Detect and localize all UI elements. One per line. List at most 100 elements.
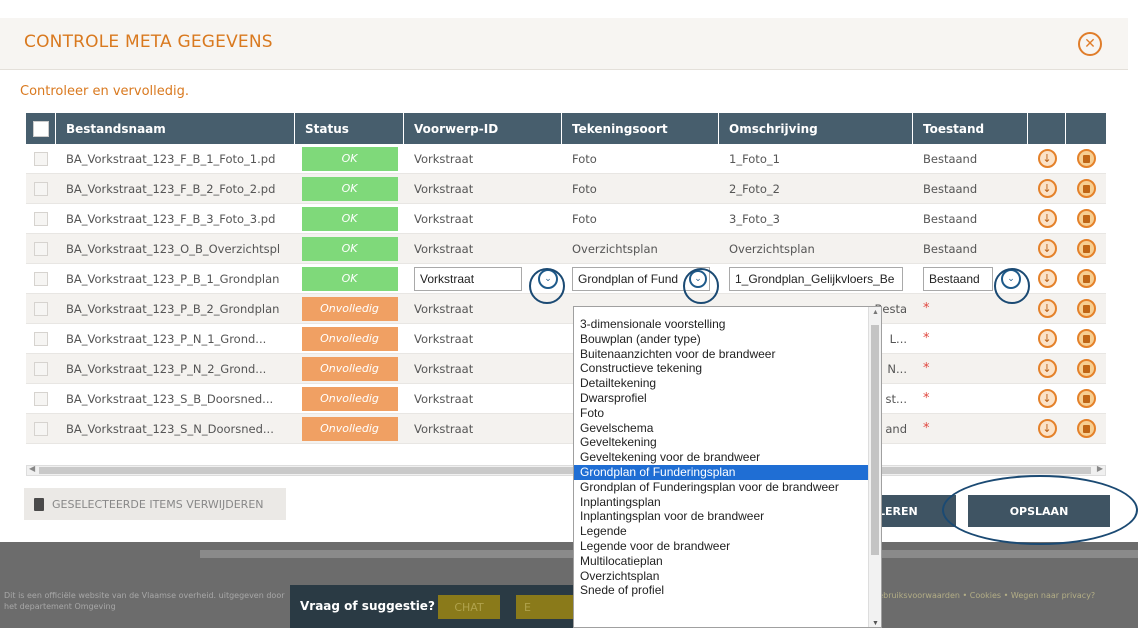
dropdown-option[interactable]: Inplantingsplan: [574, 495, 868, 510]
header-bestandsnaam[interactable]: Bestandsnaam: [56, 113, 295, 144]
omschrijving: 1_Foto_1: [729, 151, 780, 166]
chevron-down-icon[interactable]: ⌄: [689, 269, 707, 288]
close-icon[interactable]: ✕: [1078, 32, 1102, 56]
tekeningsoort: Foto: [572, 211, 597, 226]
trash-icon[interactable]: [1076, 389, 1096, 408]
scroll-up-arrow-icon[interactable]: ▲: [872, 309, 879, 316]
toestand-cell: Bestaand ⌄: [913, 264, 1028, 293]
dropdown-option[interactable]: Dwarsprofiel: [574, 391, 868, 406]
download-icon[interactable]: ↓: [1037, 419, 1057, 438]
tekeningsoort-value: Grondplan of Fund: [578, 271, 679, 286]
dropdown-option[interactable]: Constructieve tekening: [574, 361, 868, 376]
header-voorwerp-id[interactable]: Voorwerp-ID: [404, 113, 562, 144]
dropdown-option[interactable]: Snede of profiel: [574, 583, 868, 598]
trash-icon[interactable]: [1076, 329, 1096, 348]
tekeningsoort: Foto: [572, 151, 597, 166]
table-row[interactable]: BA_Vorkstraat_123_P_B_2_Grondplan Onvolle…: [26, 294, 1106, 324]
table-row[interactable]: BA_Vorkstraat_123_S_N_Doorsned... Onvolle…: [26, 414, 1106, 444]
trash-icon[interactable]: [1076, 269, 1096, 288]
toestand: *: [913, 354, 1028, 383]
dropdown-option[interactable]: Geveltekening: [574, 435, 868, 450]
trash-icon[interactable]: [1076, 419, 1096, 438]
scroll-left-arrow-icon[interactable]: ◀: [29, 464, 35, 473]
table-row[interactable]: BA_Vorkstraat_123_F_B_2_Foto_2.pd OK Vorks…: [26, 174, 1106, 204]
status-cell: Onvolledig: [295, 294, 404, 323]
trash-icon[interactable]: [1076, 179, 1096, 198]
dropdown-option[interactable]: Legende voor de brandweer: [574, 539, 868, 554]
download-icon[interactable]: ↓: [1037, 239, 1057, 258]
table-row[interactable]: BA_Vorkstraat_123_P_B_1_Grondplan OK Vorks…: [26, 264, 1106, 294]
file-name: BA_Vorkstraat_123_P_B_2_Grondplan: [66, 301, 280, 316]
dropdown-option[interactable]: Detailtekening: [574, 376, 868, 391]
toestand-value: Bestaand: [923, 241, 978, 256]
dropdown-option[interactable]: Geveltekening voor de brandweer: [574, 450, 868, 465]
dropdown-option[interactable]: Grondplan of Funderingsplan voor de bran…: [574, 480, 868, 495]
row-checkbox[interactable]: [26, 324, 56, 353]
row-checkbox[interactable]: [26, 354, 56, 383]
table-row[interactable]: BA_Vorkstraat_123_P_N_2_Grond... Onvolled…: [26, 354, 1106, 384]
dropdown-scroll-thumb[interactable]: [871, 325, 879, 555]
table-row[interactable]: BA_Vorkstraat_123_P_N_1_Grond... Onvolled…: [26, 324, 1106, 354]
download-icon[interactable]: ↓: [1037, 149, 1057, 168]
row-checkbox[interactable]: [26, 264, 56, 293]
header-toestand[interactable]: Toestand: [913, 113, 1028, 144]
chevron-down-icon[interactable]: ⌄: [1001, 268, 1021, 289]
dropdown-option[interactable]: Gevelschema: [574, 421, 868, 436]
trash-icon[interactable]: [1076, 239, 1096, 258]
dropdown-option[interactable]: Overzichtsplan: [574, 569, 868, 584]
download-icon[interactable]: ↓: [1037, 269, 1057, 288]
row-checkbox[interactable]: [26, 204, 56, 233]
voorwerp-id-select[interactable]: Vorkstraat: [414, 266, 522, 291]
trash-icon[interactable]: [1076, 359, 1096, 378]
table-row[interactable]: BA_Vorkstraat_123_F_B_1_Foto_1.pd OK Vorks…: [26, 144, 1106, 174]
header-status[interactable]: Status: [295, 113, 404, 144]
row-checkbox[interactable]: [26, 294, 56, 323]
voorwerp-id: Vorkstraat: [414, 151, 474, 166]
tekeningsoort-dropdown-list[interactable]: 3-dimensionale voorstelling Bouwplan (and…: [573, 306, 882, 628]
dropdown-option[interactable]: 3-dimensionale voorstelling: [574, 317, 868, 332]
scroll-right-arrow-icon[interactable]: ▶: [1097, 464, 1103, 473]
toestand-select[interactable]: Bestaand: [923, 266, 993, 291]
trash-icon[interactable]: [1076, 149, 1096, 168]
dropdown-scrollbar[interactable]: ▲ ▼: [868, 307, 881, 627]
header-omschrijving[interactable]: Omschrijving: [719, 113, 913, 144]
files-table: Bestandsnaam Status Voorwerp-ID Tekening…: [26, 113, 1106, 444]
row-checkbox[interactable]: [26, 384, 56, 413]
dropdown-option[interactable]: Legende: [574, 524, 868, 539]
dropdown-option[interactable]: Foto: [574, 406, 868, 421]
dropdown-option[interactable]: Inplantingsplan voor de brandweer: [574, 509, 868, 524]
trash-icon[interactable]: [1076, 299, 1096, 318]
row-checkbox[interactable]: [26, 234, 56, 263]
dropdown-option[interactable]: Buitenaanzichten voor de brandweer: [574, 347, 868, 362]
table-row[interactable]: BA_Vorkstraat_123_O_B_Overzichtspl OK Vork…: [26, 234, 1106, 264]
delete-selected-button[interactable]: GESELECTEERDE ITEMS VERWIJDEREN: [24, 488, 286, 520]
download-icon[interactable]: ↓: [1037, 179, 1057, 198]
dropdown-option[interactable]: Bouwplan (ander type): [574, 332, 868, 347]
dropdown-option[interactable]: Grondplan of Funderingsplan: [574, 464, 868, 480]
table-row[interactable]: BA_Vorkstraat_123_F_B_3_Foto_3.pd OK Vorks…: [26, 204, 1106, 234]
table-row[interactable]: BA_Vorkstraat_123_S_B_Doorsned... Onvolle…: [26, 384, 1106, 414]
download-icon[interactable]: ↓: [1037, 209, 1057, 228]
row-checkbox[interactable]: [26, 414, 56, 443]
download-icon[interactable]: ↓: [1037, 329, 1057, 348]
tekeningsoort-select[interactable]: Grondplan of Fund ⌄: [572, 266, 710, 291]
chat-button[interactable]: CHAT: [438, 595, 500, 619]
download-icon[interactable]: ↓: [1037, 359, 1057, 378]
scroll-thumb[interactable]: [39, 467, 1091, 474]
row-checkbox[interactable]: [26, 144, 56, 173]
toestand-value: Bestaand: [923, 211, 978, 226]
download-icon[interactable]: ↓: [1037, 299, 1057, 318]
dropdown-option[interactable]: Multilocatieplan: [574, 554, 868, 569]
select-all-checkbox[interactable]: [26, 113, 56, 144]
trash-icon[interactable]: [1076, 209, 1096, 228]
save-button[interactable]: OPSLAAN: [968, 495, 1110, 527]
footer-links[interactable]: Gebruiksvoorwaarden • Cookies • Wegen na…: [872, 590, 1138, 601]
download-cell: ↓: [1028, 234, 1066, 263]
omschrijving-input[interactable]: 1_Grondplan_Gelijkvloers_Be: [729, 266, 903, 291]
scroll-down-arrow-icon[interactable]: ▼: [872, 620, 879, 627]
header-tekeningsoort[interactable]: Tekeningsoort: [562, 113, 719, 144]
horizontal-scrollbar[interactable]: ◀ ▶: [26, 464, 1106, 476]
row-checkbox[interactable]: [26, 174, 56, 203]
chevron-down-icon[interactable]: ⌄: [538, 268, 558, 289]
download-icon[interactable]: ↓: [1037, 389, 1057, 408]
